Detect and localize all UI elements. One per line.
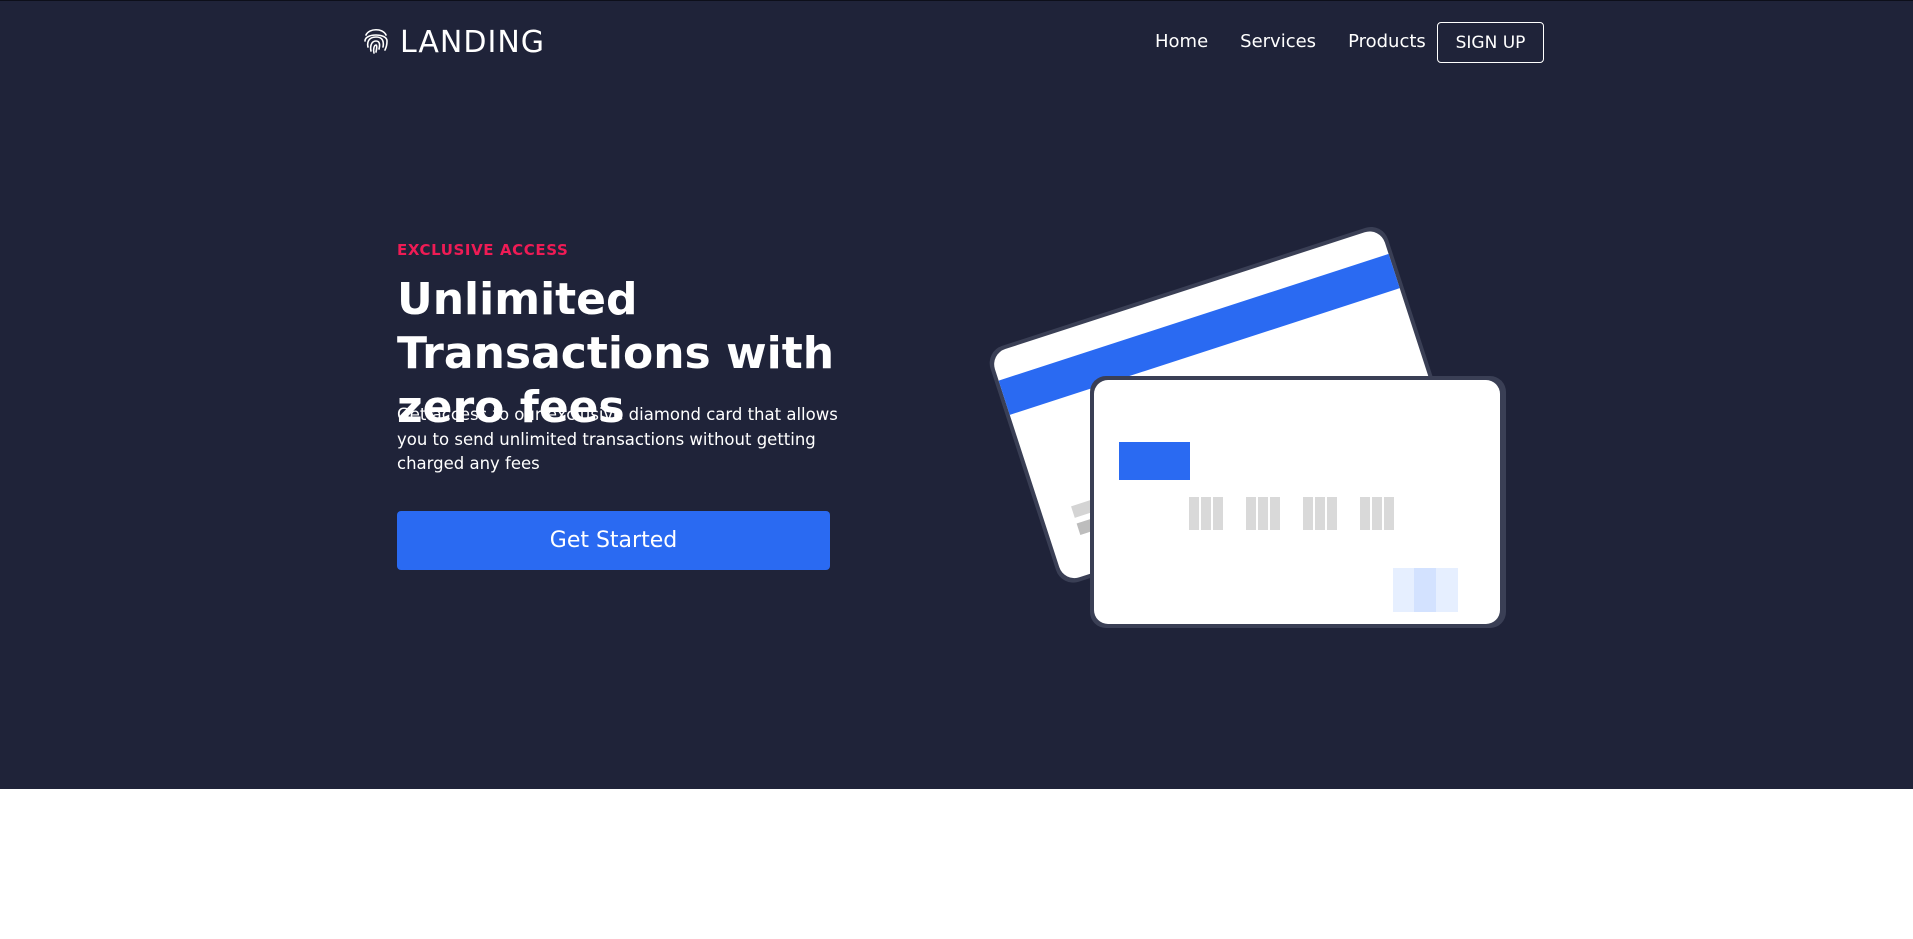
logo-text: LANDING [400, 24, 546, 60]
get-started-button[interactable]: Get Started [397, 511, 830, 570]
hero-section: LANDING Home Services Products SIGN UP E… [0, 0, 1913, 789]
hero-description: Get access to our exclusive diamond card… [397, 405, 838, 473]
fingerprint-icon [362, 25, 390, 59]
logo-link[interactable]: LANDING [362, 24, 546, 60]
nav-link-home[interactable]: Home [1155, 31, 1208, 53]
sign-up-button[interactable]: SIGN UP [1437, 22, 1544, 63]
hero-eyebrow: EXCLUSIVE ACCESS [397, 241, 569, 259]
main-nav: Home Services Products [1155, 31, 1458, 53]
credit-cards-illustration [970, 226, 1530, 646]
nav-link-products[interactable]: Products [1348, 31, 1426, 53]
nav-link-services[interactable]: Services [1240, 31, 1316, 53]
front-card [1090, 376, 1506, 628]
